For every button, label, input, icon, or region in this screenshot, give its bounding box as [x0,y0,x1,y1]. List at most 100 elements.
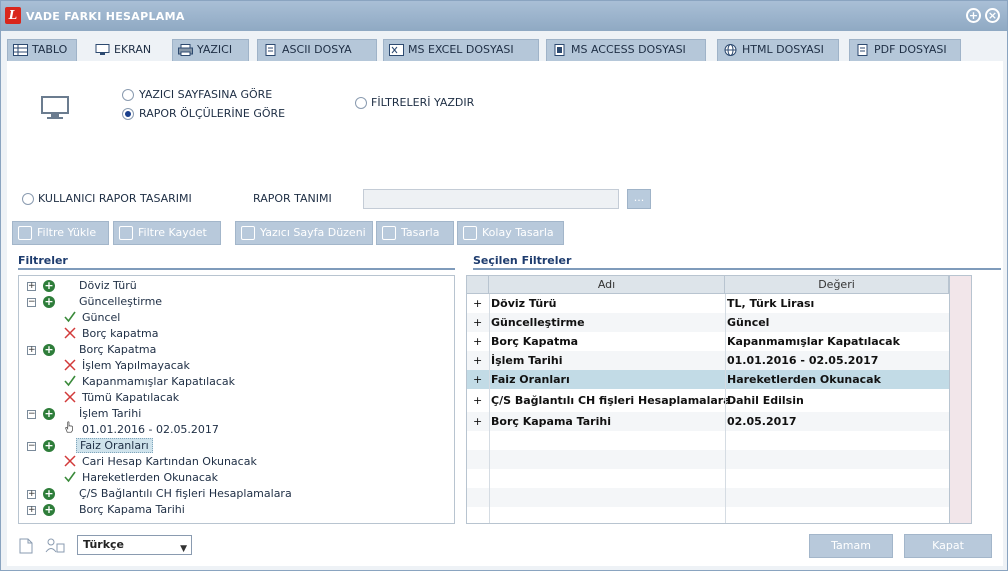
collapse-icon[interactable]: − [27,410,36,419]
add-icon[interactable]: + [43,344,55,356]
add-icon[interactable]: + [43,440,55,452]
table-row-selected[interactable]: + Faiz Oranları Hareketlerden Okunacak [467,370,949,389]
radio-report-size[interactable]: RAPOR ÖLÇÜLERİNE GÖRE [122,107,285,120]
tree-node-label: Borç Kapatma [79,343,157,356]
tree-node-label: Cari Hesap Kartından Okunacak [82,455,257,468]
cross-icon [64,391,76,403]
radio-label: RAPOR ÖLÇÜLERİNE GÖRE [139,107,286,120]
tab-label: MS EXCEL DOSYASI [408,43,514,56]
add-icon[interactable]: + [43,296,55,308]
cell-name: Faiz Oranları [491,373,570,386]
tree-node-label: İşlem Yapılmayacak [82,359,190,372]
table-row[interactable]: + Borç Kapama Tarihi 02.05.2017 [467,412,949,431]
tab-label: ASCII DOSYA [282,43,352,56]
radio-label: YAZICI SAYFASINA GÖRE [139,88,273,101]
checkbox[interactable] [22,192,34,205]
column-divider [725,294,726,523]
browse-button[interactable]: ... [627,189,651,209]
expand-icon[interactable]: + [27,490,36,499]
filter-tree: + + Döviz Türü − + Güncelleştirme Güncel… [18,275,455,524]
tree-node-label: Tümü Kapatılacak [82,391,180,404]
empty-row [467,431,949,450]
cell-name: Borç Kapama Tarihi [491,415,611,428]
save-filter-button[interactable]: Filtre Kaydet [113,221,221,245]
radio-button[interactable] [122,88,134,101]
report-definition-input[interactable] [363,189,619,209]
cell-name: İşlem Tarihi [491,354,563,367]
tab-ekran[interactable]: EKRAN [89,39,163,61]
row-marker: + [473,354,483,367]
language-select[interactable]: Türkçe ▼ [77,535,192,555]
tab-html[interactable]: HTML DOSYASI [717,39,839,61]
radio-printer-page[interactable]: YAZICI SAYFASINA GÖRE [122,88,272,101]
cross-icon [64,455,76,467]
table-row[interactable]: + Güncelleştirme Güncel [467,313,949,332]
print-filters-checkbox[interactable]: FİLTRELERİ YAZDIR [355,96,474,109]
cell-value: Hareketlerden Okunacak [727,373,881,386]
grid-corner [467,276,489,294]
tree-node-label: 01.01.2016 - 02.05.2017 [82,423,219,436]
expand-icon[interactable]: + [27,346,36,355]
table-row[interactable]: + Döviz Türü TL, Türk Lirası [467,294,949,313]
add-icon[interactable]: + [43,408,55,420]
column-header-value[interactable]: Değeri [725,276,949,294]
checkbox[interactable] [355,96,367,109]
collapse-icon[interactable]: − [27,442,36,451]
chevron-down-icon: ▼ [180,544,187,554]
user-report-design-checkbox[interactable]: KULLANICI RAPOR TASARIMI [22,192,192,205]
empty-row [467,488,949,507]
design-button[interactable]: Tasarla [376,221,454,245]
cell-value: Kapanmamışlar Kapatılacak [727,335,900,348]
ok-button[interactable]: Tamam [809,534,893,558]
tree-node-label: İşlem Tarihi [79,407,142,420]
row-marker: + [473,335,483,348]
close-icon[interactable]: × [985,8,1000,23]
add-icon[interactable]: + [43,488,55,500]
report-definition-label: RAPOR TANIMI [253,192,332,205]
row-marker: + [473,415,483,428]
cell-value: 01.01.2016 - 02.05.2017 [727,354,879,367]
page-setup-button[interactable]: Yazıcı Sayfa Düzeni [235,221,373,245]
add-icon[interactable]: + [966,8,981,23]
tab-excel[interactable]: MS EXCEL DOSYASI [383,39,539,61]
cell-name: Ç/S Bağlantılı CH fişleri Hesaplamalara [491,394,731,407]
cross-icon [64,327,76,339]
column-divider [489,294,490,523]
table-row[interactable]: + İşlem Tarihi 01.01.2016 - 02.05.2017 [467,351,949,370]
row-marker: + [473,373,483,386]
tab-ascii[interactable]: ASCII DOSYA [257,39,377,61]
tab-access[interactable]: MS ACCESS DOSYASI [546,39,706,61]
cell-name: Güncelleştirme [491,316,585,329]
tree-node-label: Güncel [82,311,121,324]
edit-icon [382,226,396,240]
tree-node-label: Güncelleştirme [79,295,163,308]
table-row[interactable]: + Ç/S Bağlantılı CH fişleri Hesaplamalar… [467,389,949,412]
expand-icon[interactable]: + [27,282,36,291]
tab-pdf[interactable]: PDF DOSYASI [849,39,961,61]
access-icon [554,44,565,56]
app-logo-icon: L [5,7,21,24]
filters-heading: Filtreler [18,254,455,270]
column-header-name[interactable]: Adı [489,276,725,294]
collapse-icon[interactable]: − [27,298,36,307]
radio-button[interactable] [122,107,134,120]
add-icon[interactable]: + [43,280,55,292]
easy-design-button[interactable]: Kolay Tasarla [457,221,564,245]
empty-row [467,450,949,469]
tab-label: EKRAN [114,43,152,56]
table-row[interactable]: + Borç Kapatma Kapanmamışlar Kapatılacak [467,332,949,351]
tab-tablo[interactable]: TABLO [7,39,77,61]
new-document-icon[interactable] [19,538,33,554]
check-icon [64,375,76,387]
tab-label: HTML DOSYASI [742,43,824,56]
expand-icon[interactable]: + [27,506,36,515]
close-button[interactable]: Kapat [904,534,992,558]
globe-icon [724,44,737,56]
language-users-icon[interactable] [45,538,65,554]
table-icon [13,44,28,56]
add-icon[interactable]: + [43,504,55,516]
selected-filters-heading: Seçilen Filtreler [473,254,1001,270]
load-filter-button[interactable]: Filtre Yükle [12,221,109,245]
tab-yazici[interactable]: YAZICI [172,39,249,61]
button-label: Filtre Yükle [37,226,97,239]
